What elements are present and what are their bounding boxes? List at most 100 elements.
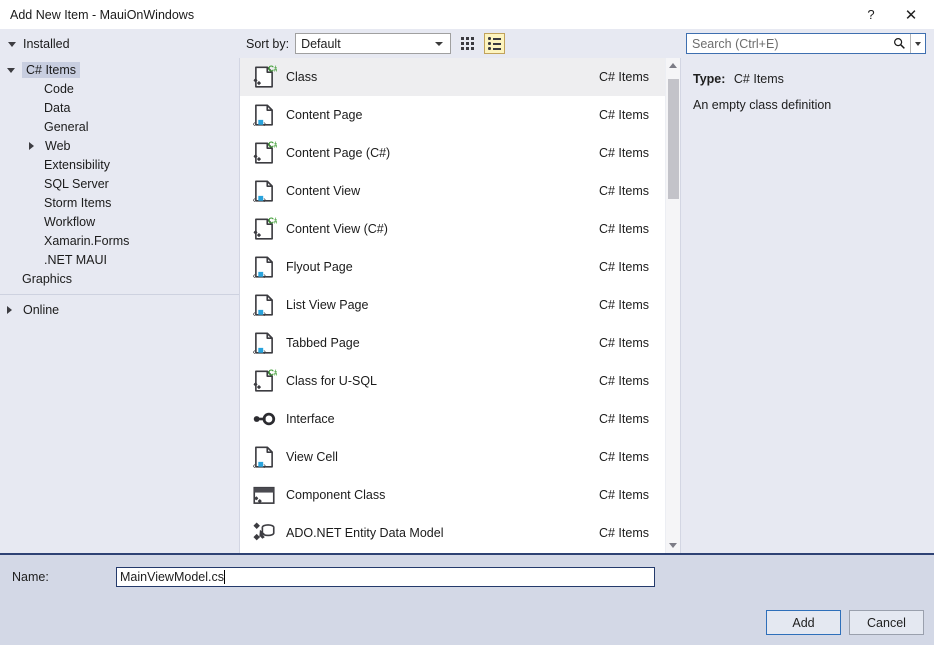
svg-text:›: › (263, 118, 266, 128)
text-caret (223, 570, 225, 584)
list-item[interactable]: ‹ › List View Page C# Items (240, 286, 665, 324)
search-options-dropdown[interactable] (910, 34, 925, 53)
svg-text:‹: ‹ (253, 118, 256, 128)
name-input-value: MainViewModel.cs (120, 570, 224, 584)
xaml-document-icon: ‹ › (248, 327, 280, 359)
xaml-document-icon: ‹ › (248, 99, 280, 131)
sidebar-item-label: Workflow (44, 214, 96, 229)
sidebar-item-workflow[interactable]: Workflow (0, 212, 239, 231)
sidebar-item-sql-server[interactable]: SQL Server (0, 174, 239, 193)
sidebar-item-label: Storm Items (44, 195, 112, 210)
list-item-category: C# Items (598, 412, 649, 426)
chevron-right-icon[interactable] (29, 141, 34, 150)
list-item[interactable]: Interface C# Items (240, 400, 665, 438)
list-item[interactable]: C# Class for U-SQL C# Items (240, 362, 665, 400)
tiles-view-button[interactable] (457, 33, 478, 54)
name-input[interactable]: MainViewModel.cs (116, 567, 655, 587)
sidebar-item-label: SQL Server (44, 176, 109, 191)
svg-text:›: › (263, 194, 266, 204)
chevron-right-icon (7, 305, 12, 314)
close-icon[interactable]: ✕ (894, 0, 928, 29)
sidebar-item-c-items[interactable]: C# Items (0, 60, 239, 79)
add-button[interactable]: Add (766, 610, 841, 635)
sidebar-item-web[interactable]: Web (0, 136, 239, 155)
csharp-class-icon: C# (248, 213, 280, 245)
scroll-down-arrow[interactable] (666, 538, 681, 553)
help-icon[interactable]: ? (854, 0, 888, 29)
svg-text:›: › (263, 308, 266, 318)
sidebar-item-online[interactable]: Online (0, 300, 239, 319)
sidebar-item-label: Code (44, 81, 74, 96)
search-box[interactable] (686, 33, 926, 54)
svg-text:‹: ‹ (253, 194, 256, 204)
list-item-name: Content View (286, 184, 361, 198)
sidebar-item-label: Graphics (22, 271, 73, 286)
chevron-down-icon[interactable] (7, 68, 15, 73)
search-icon[interactable] (888, 34, 910, 53)
tree-node-list: C# Items Code Data General Web Extensibility S… (0, 60, 239, 288)
sidebar-item-general[interactable]: General (0, 117, 239, 136)
sidebar-item-code[interactable]: Code (0, 79, 239, 98)
footer-buttons: Add Cancel (766, 610, 924, 635)
list-item[interactable]: ‹ › Flyout Page C# Items (240, 248, 665, 286)
svg-text:C#: C# (268, 216, 277, 225)
sidebar-item-net-maui[interactable]: .NET MAUI (0, 250, 239, 269)
cancel-button[interactable]: Cancel (849, 610, 924, 635)
list-item[interactable]: C# Content Page (C#) C# Items (240, 134, 665, 172)
vertical-scrollbar[interactable] (665, 58, 680, 553)
sidebar-item-extensibility[interactable]: Extensibility (0, 155, 239, 174)
svg-text:C#: C# (268, 64, 277, 73)
sidebar-item-label: C# Items (22, 61, 81, 78)
search-input[interactable] (687, 34, 888, 53)
scrollbar-thumb[interactable] (667, 79, 679, 199)
list-item[interactable]: ‹ › View Cell C# Items (240, 438, 665, 476)
list-view-button[interactable] (484, 33, 506, 54)
list-item-category: C# Items (598, 222, 649, 236)
tree-divider (0, 294, 239, 295)
template-list[interactable]: C#ClassC# Items‹›Content PageC# ItemsC#C… (240, 58, 665, 553)
type-value: C# Items (733, 72, 784, 86)
sidebar-item-graphics[interactable]: Graphics (0, 269, 239, 288)
installed-group-header[interactable]: Installed (8, 37, 240, 51)
sidebar-item-label: Online (23, 302, 60, 317)
list-item-category: C# Items (598, 526, 649, 540)
list-item[interactable]: C# Class C# Items (240, 58, 665, 96)
component-class-icon (248, 479, 280, 511)
xaml-document-icon: ‹ › (248, 251, 280, 283)
list-item[interactable]: ‹ › Content View C# Items (240, 172, 665, 210)
list-item[interactable]: C# Content View (C#) C# Items (240, 210, 665, 248)
name-row: Name: MainViewModel.cs (0, 555, 934, 587)
list-item-name: Class (286, 70, 318, 84)
list-item-name: List View Page (286, 298, 369, 312)
sidebar-item-xamarin-forms[interactable]: Xamarin.Forms (0, 231, 239, 250)
list-item[interactable]: Component Class C# Items (240, 476, 665, 514)
list-icon (488, 37, 501, 50)
list-item-category: C# Items (598, 146, 649, 160)
grid-icon (461, 37, 475, 50)
list-item-name: Interface (286, 412, 335, 426)
list-item[interactable]: ‹ › Tabbed Page C# Items (240, 324, 665, 362)
xaml-document-icon: ‹ › (248, 441, 280, 473)
list-item[interactable]: ‹ › Content Page C# Items (240, 96, 665, 134)
list-item-name: Component Class (286, 488, 386, 502)
chevron-down-icon (8, 42, 16, 47)
sidebar-item-data[interactable]: Data (0, 98, 239, 117)
xaml-document-icon: ‹ › (248, 289, 280, 321)
sidebar-item-storm-items[interactable]: Storm Items (0, 193, 239, 212)
name-label: Name: (12, 570, 49, 584)
scrollbar-track[interactable] (666, 73, 681, 538)
svg-text:‹: ‹ (253, 308, 256, 318)
installed-label: Installed (23, 36, 70, 51)
template-type-line: Type: C# Items (693, 72, 922, 86)
dialog-body: C# Items Code Data General Web Extensibility S… (0, 58, 934, 553)
scroll-up-arrow[interactable] (666, 58, 681, 73)
list-item[interactable]: ADO.NET Entity Data Model C# Items (240, 514, 665, 552)
list-item-category: C# Items (598, 374, 649, 388)
sort-by-select[interactable]: Default (295, 33, 452, 54)
svg-text:C#: C# (268, 368, 277, 377)
sidebar-item-label: .NET MAUI (44, 252, 107, 267)
dialog-title: Add New Item - MauiOnWindows (10, 7, 195, 22)
sidebar-item-label: Data (44, 100, 71, 115)
list-item-category: C# Items (598, 184, 649, 198)
chevron-down-icon (915, 41, 921, 46)
